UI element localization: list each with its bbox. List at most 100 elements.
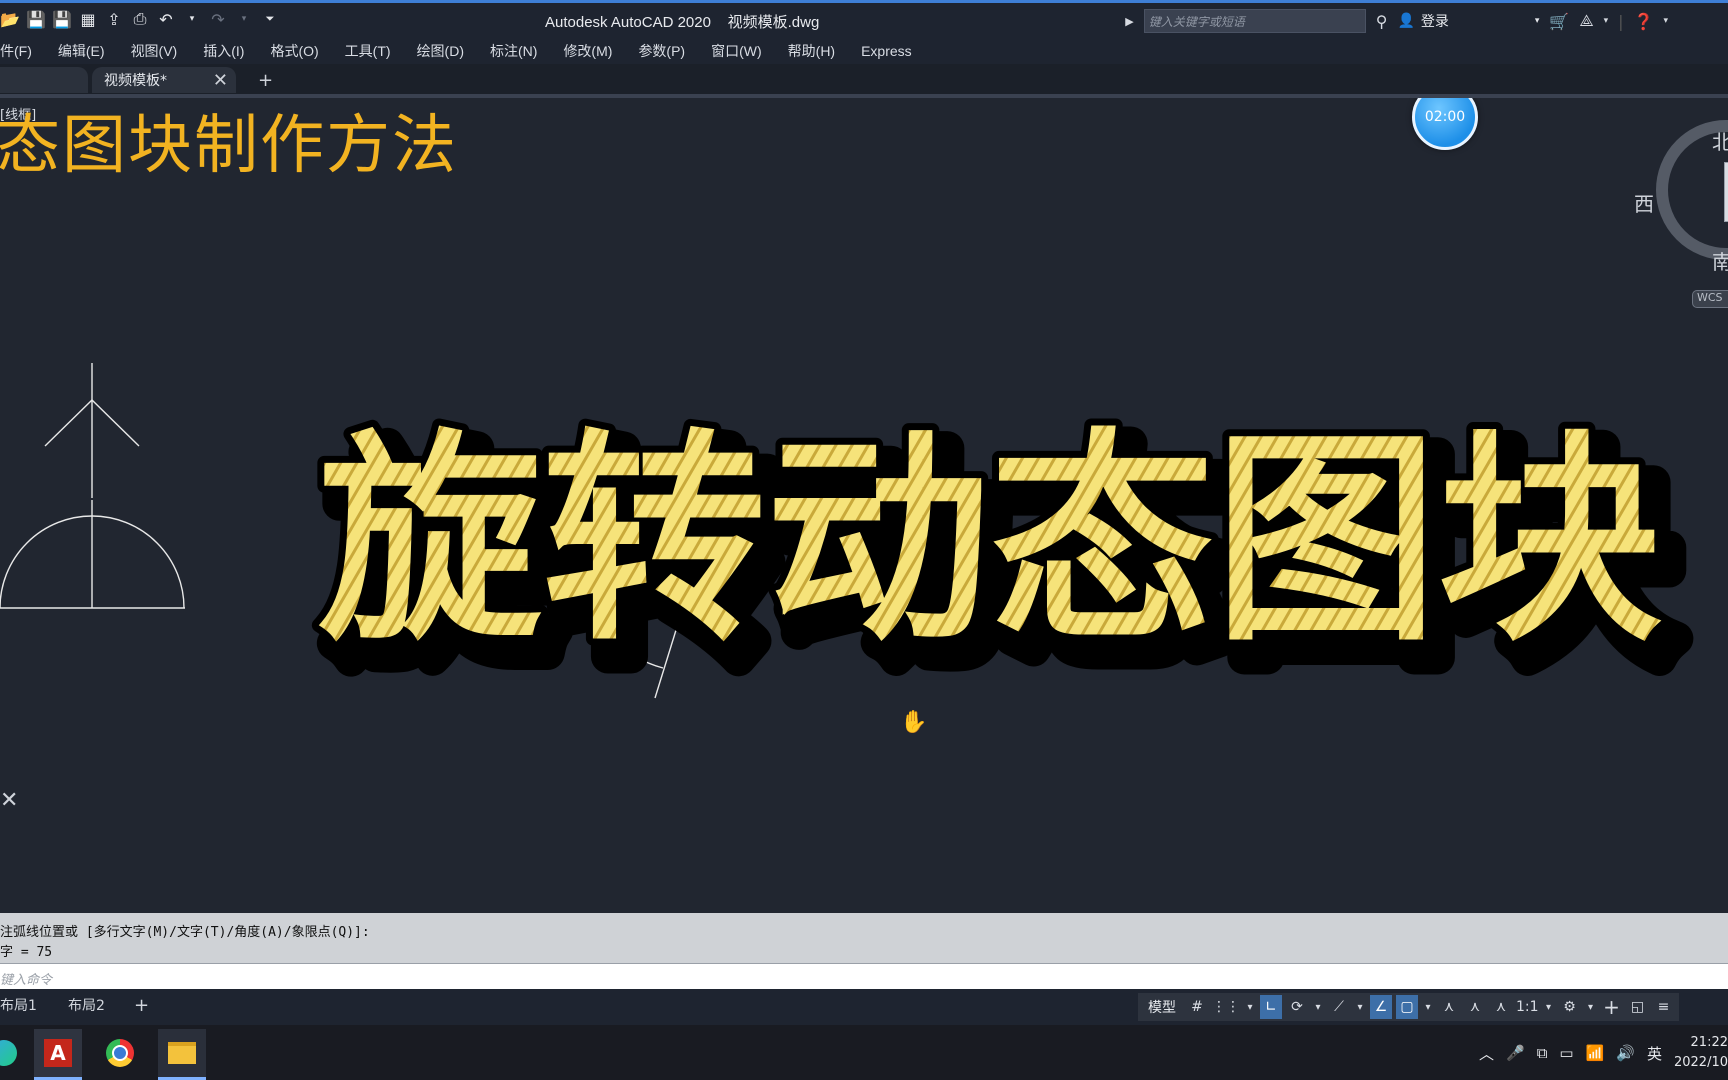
object-snap-dropdown-icon[interactable]: ▾ <box>1422 995 1434 1019</box>
help-icon[interactable]: ❓ <box>1634 12 1654 31</box>
menu-modify[interactable]: 修改(M) <box>550 41 625 61</box>
model-space-toggle[interactable]: 模型 <box>1142 997 1182 1017</box>
screen-capture-icon[interactable]: ⧉ <box>1537 1044 1548 1062</box>
tray-expand-icon[interactable]: ︿ <box>1479 1043 1494 1064</box>
object-snap-tracking-icon[interactable]: ∠ <box>1370 995 1392 1019</box>
undo-icon[interactable]: ↶ <box>156 9 176 29</box>
login-button[interactable]: 👤 登录 ▾ <box>1397 11 1539 31</box>
undo-dropdown-icon[interactable]: ▾ <box>182 9 202 29</box>
viewcube-west[interactable]: 西 <box>1634 188 1654 217</box>
drawing-canvas[interactable]: [线框] 态图块制作方法 旋转动态图块 旋转动态图块 02:00 北 西 南 上… <box>0 98 1728 913</box>
autocad-taskbar-icon[interactable]: A <box>34 1029 82 1080</box>
wifi-icon[interactable]: 📶 <box>1586 1044 1605 1062</box>
overlay-title-graphic: 旋转动态图块 旋转动态图块 <box>311 403 1694 706</box>
menu-edit[interactable]: 编辑(E) <box>45 41 118 61</box>
workspace-dropdown-icon[interactable]: ▾ <box>1585 995 1597 1019</box>
new-tab-icon[interactable]: + <box>258 70 273 91</box>
auto-scale-icon[interactable]: ⋏ <box>1464 995 1486 1019</box>
command-input[interactable]: 键入命令 <box>0 963 1728 989</box>
command-history-line: 字 = 75 <box>0 945 53 960</box>
close-icon[interactable]: ✕ <box>213 70 228 91</box>
annotation-monitor-icon[interactable]: + <box>1601 995 1623 1019</box>
connect-icon[interactable]: ⟁ <box>1579 11 1593 31</box>
print-icon[interactable]: ⎙ <box>130 9 150 29</box>
chrome-taskbar-icon[interactable] <box>96 1029 144 1077</box>
login-label: 登录 <box>1420 14 1449 30</box>
ortho-icon[interactable]: ∟ <box>1260 995 1282 1019</box>
expand-arrow-icon[interactable]: ▶ <box>1125 15 1133 28</box>
title-bar-right: ▶ 键入关键字或短语 ⚲ 👤 登录 ▾ 🛒 ⟁ ▾ | ❓ ▾ <box>1125 9 1728 33</box>
battery-icon[interactable]: ▭ <box>1559 1044 1573 1062</box>
snap-icon[interactable]: ⋮⋮ <box>1212 995 1240 1019</box>
file-tab-active[interactable]: 视频模板* ✕ <box>92 67 236 93</box>
save-icon[interactable]: 💾 <box>26 9 46 29</box>
annotation-scale-value[interactable]: 1:1 <box>1516 995 1539 1019</box>
menu-window[interactable]: 窗口(W) <box>698 41 775 61</box>
command-history: 注弧线位置或 [多行文字(M)/文字(T)/角度(A)/象限点(Q)]: 字 =… <box>0 913 1728 963</box>
edge-browser-icon[interactable] <box>0 1029 28 1077</box>
customize-status-icon[interactable]: ≡ <box>1653 995 1675 1019</box>
annotation-visibility-icon[interactable]: ⋏ <box>1438 995 1460 1019</box>
login-dropdown-icon[interactable]: ▾ <box>1535 16 1540 26</box>
cart-icon[interactable]: 🛒 <box>1549 12 1569 31</box>
menu-view[interactable]: 视图(V) <box>118 41 191 61</box>
menu-file[interactable]: 件(F) <box>0 41 45 61</box>
clock[interactable]: 21:22 2022/10 <box>1674 1033 1728 1073</box>
user-icon: 👤 <box>1397 13 1415 29</box>
polar-dropdown-icon[interactable]: ▾ <box>1312 995 1324 1019</box>
polar-icon[interactable]: ⟳ <box>1286 995 1308 1019</box>
os-taskbar: A ︿ 🎤 ⧉ ▭ 📶 🔊 英 21:22 2022/10 <box>0 1025 1728 1080</box>
wcs-menu[interactable]: WCS <box>1692 290 1728 308</box>
isodraft-icon[interactable]: ⟋ <box>1328 995 1350 1019</box>
pan-hand-cursor-icon: ✋ <box>900 710 928 735</box>
input-method-indicator[interactable]: 英 <box>1647 1043 1662 1064</box>
microphone-icon[interactable]: 🎤 <box>1506 1044 1525 1062</box>
close-command-line-icon[interactable]: ✕ <box>0 788 18 813</box>
grid-icon[interactable]: # <box>1186 995 1208 1019</box>
open-folder-icon[interactable]: 📂 <box>0 9 20 29</box>
redo-dropdown-icon[interactable]: ▾ <box>234 9 254 29</box>
viewcube-north[interactable]: 北 <box>1712 126 1728 155</box>
viewcube-south[interactable]: 南 <box>1712 246 1728 275</box>
system-tray: ︿ 🎤 ⧉ ▭ 📶 🔊 英 21:22 2022/10 <box>1479 1029 1728 1077</box>
status-bar: 模型 # ⋮⋮ ▾ ∟ ⟳ ▾ ⟋ ▾ ∠ ▢ ▾ ⋏ ⋏ ⋏ 1:1 ▾ ⚙ … <box>1138 993 1679 1021</box>
publish-icon[interactable]: ⇪ <box>104 9 124 29</box>
menu-dimension[interactable]: 标注(N) <box>477 41 550 61</box>
annotation-scale-dropdown-icon[interactable]: ▾ <box>1543 995 1555 1019</box>
redo-icon[interactable]: ↷ <box>208 9 228 29</box>
clock-time: 21:22 <box>1690 1035 1728 1050</box>
clock-date: 2022/10 <box>1673 1055 1728 1070</box>
annotation-scale-icon[interactable]: ⋏ <box>1490 995 1512 1019</box>
overlay-title-text: 旋转动态图块 <box>318 410 1662 671</box>
file-explorer-taskbar-icon[interactable] <box>158 1029 206 1080</box>
save-as-icon[interactable]: 💾 <box>52 9 72 29</box>
menu-format[interactable]: 格式(O) <box>257 41 331 61</box>
help-dropdown-icon[interactable]: ▾ <box>1663 16 1668 26</box>
command-history-line: 注弧线位置或 [多行文字(M)/文字(T)/角度(A)/象限点(Q)]: <box>0 925 370 940</box>
add-layout-icon[interactable]: + <box>134 993 149 1017</box>
layout-tab-2[interactable]: 布局2 <box>68 993 105 1017</box>
menu-insert[interactable]: 插入(I) <box>190 41 257 61</box>
isolate-objects-icon[interactable]: ◱ <box>1627 995 1649 1019</box>
viewcube-top-face[interactable]: 上 <box>1724 162 1728 222</box>
object-snap-icon[interactable]: ▢ <box>1396 995 1418 1019</box>
menu-express[interactable]: Express <box>848 43 925 59</box>
isodraft-dropdown-icon[interactable]: ▾ <box>1354 995 1366 1019</box>
window-title: Autodesk AutoCAD 2020 视频模板.dwg <box>545 14 820 31</box>
workspace-gear-icon[interactable]: ⚙ <box>1559 995 1581 1019</box>
menu-draw[interactable]: 绘图(D) <box>404 41 477 61</box>
binoculars-icon[interactable]: ⚲ <box>1376 12 1388 31</box>
plot-preview-icon[interactable]: ▦ <box>78 9 98 29</box>
menu-tools[interactable]: 工具(T) <box>332 41 404 61</box>
volume-icon[interactable]: 🔊 <box>1616 1044 1635 1062</box>
customize-qat-icon[interactable]: ⏷ <box>260 9 280 29</box>
menu-parametric[interactable]: 参数(P) <box>625 41 698 61</box>
file-tab-start[interactable] <box>0 67 88 93</box>
connect-dropdown-icon[interactable]: ▾ <box>1604 16 1609 26</box>
layout-tab-1[interactable]: 布局1 <box>0 993 37 1017</box>
menu-help[interactable]: 帮助(H) <box>775 41 848 61</box>
title-bar: 📂 💾 💾 ▦ ⇪ ⎙ ↶ ▾ ↷ ▾ ⏷ Autodesk AutoCAD 2… <box>0 0 1728 38</box>
search-input[interactable]: 键入关键字或短语 <box>1143 9 1366 33</box>
file-tab-bar: 视频模板* ✕ + <box>0 64 1728 98</box>
snap-dropdown-icon[interactable]: ▾ <box>1244 995 1256 1019</box>
